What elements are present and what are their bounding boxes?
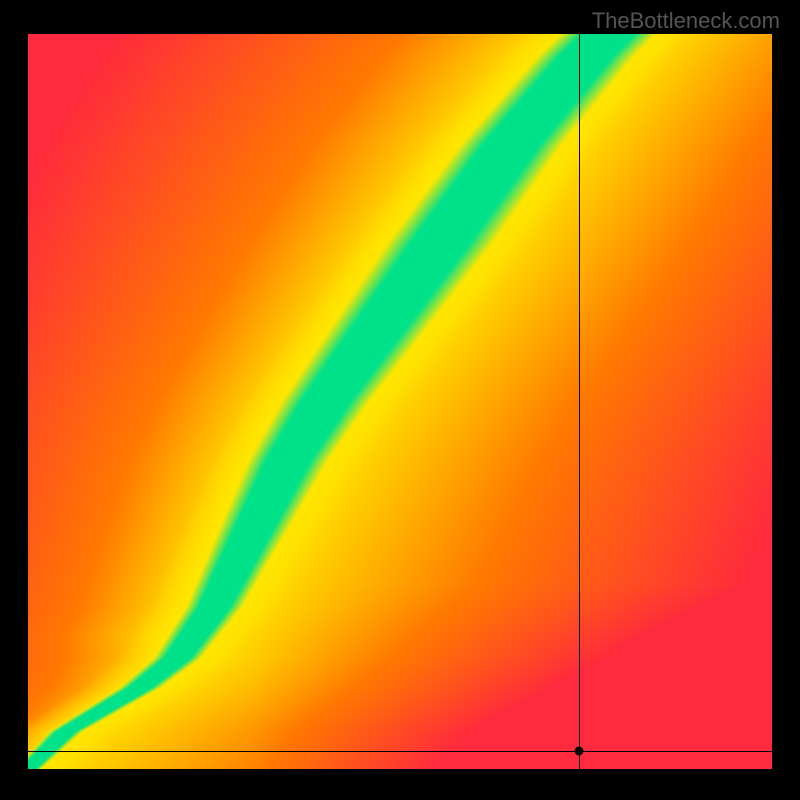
crosshair-horizontal — [28, 751, 772, 752]
watermark-text: TheBottleneck.com — [592, 8, 780, 34]
crosshair-vertical — [579, 34, 580, 769]
heatmap-canvas — [28, 34, 772, 769]
heatmap-plot — [28, 34, 772, 769]
chart-container: TheBottleneck.com — [0, 0, 800, 800]
selection-marker — [574, 746, 583, 755]
